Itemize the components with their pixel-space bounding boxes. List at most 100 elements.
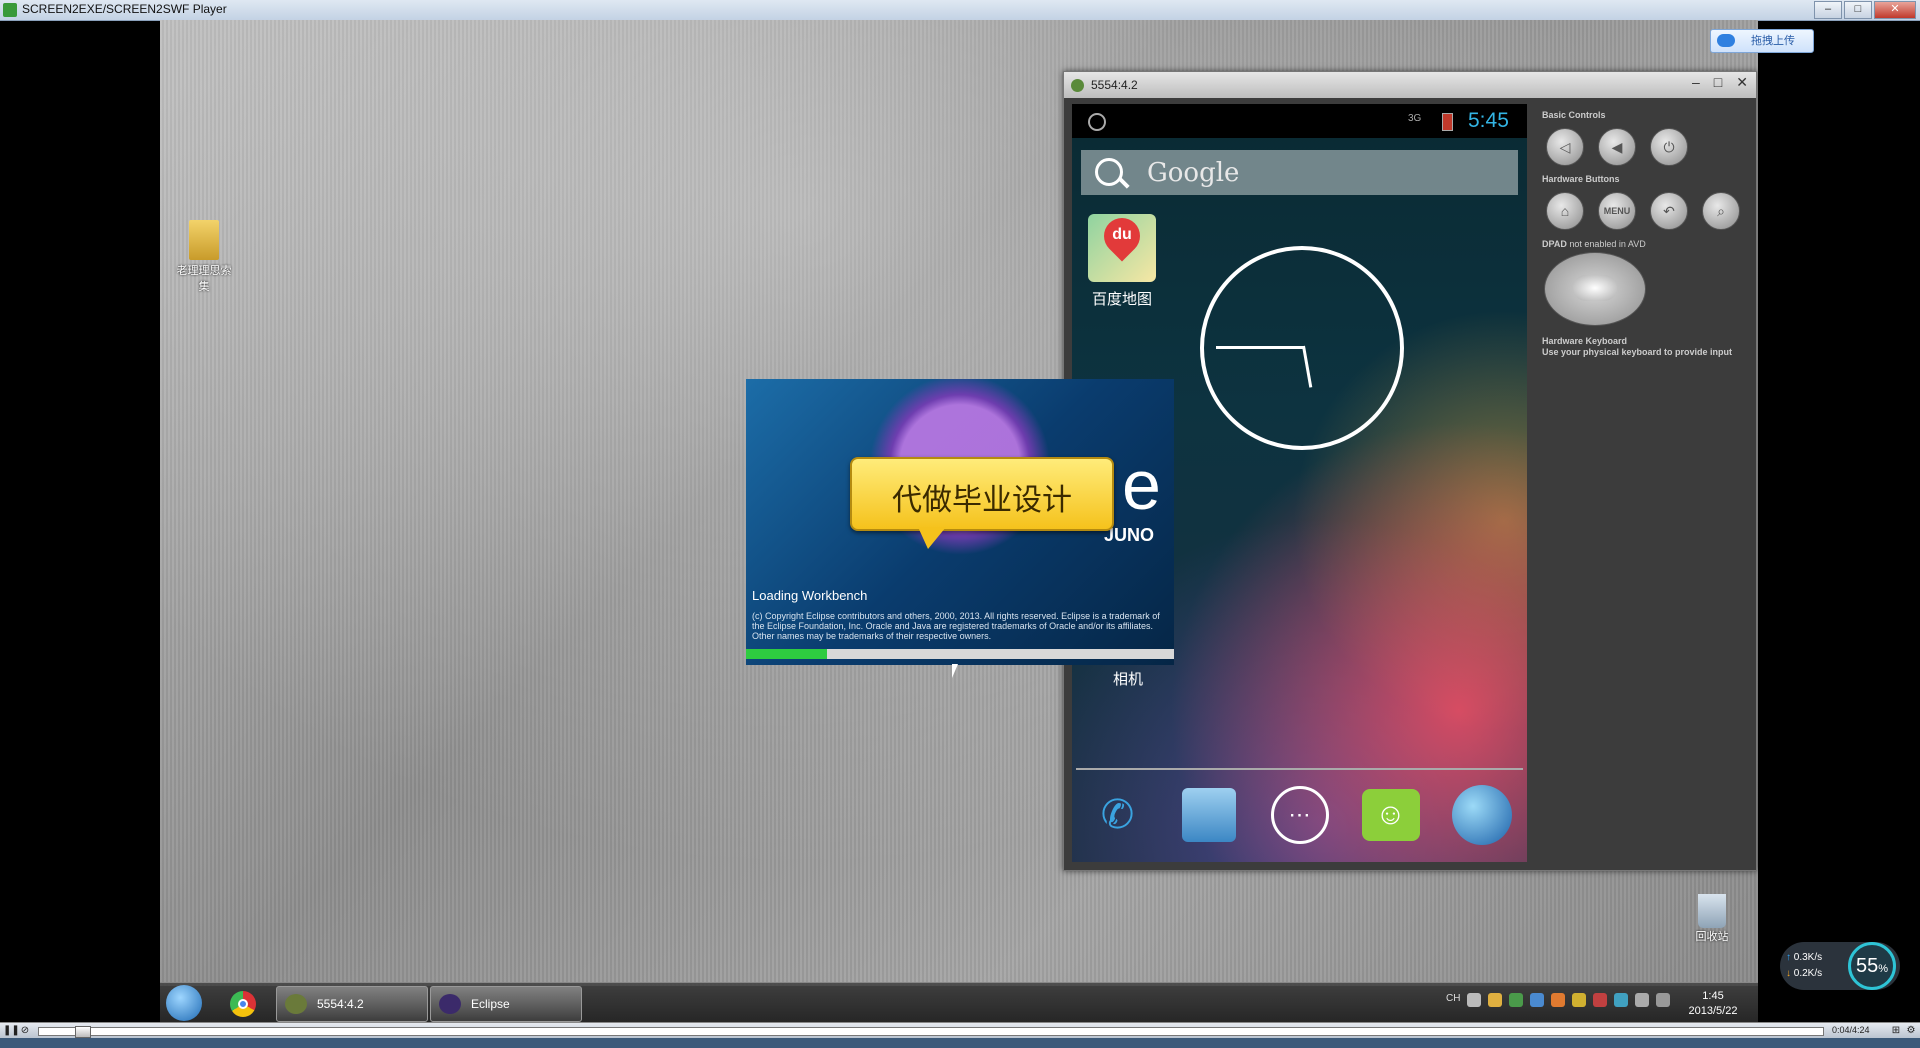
cloud-icon xyxy=(1717,34,1735,47)
splash-copyright: (c) Copyright Eclipse contributors and o… xyxy=(752,611,1160,641)
start-button[interactable] xyxy=(166,985,202,1021)
dpad-control[interactable] xyxy=(1544,252,1646,326)
status-time: 5:45 xyxy=(1468,109,1509,132)
volume-icon[interactable] xyxy=(1656,993,1671,1007)
windows-taskbar: 5554:4.2 Eclipse CH 1:45 2013/5/22 xyxy=(160,982,1758,1023)
desktop-folder-label: 老理理思索集 xyxy=(176,265,232,293)
fullscreen-icon[interactable]: ⊞ xyxy=(1890,1025,1902,1037)
signal-3g-icon: 3G xyxy=(1408,113,1422,124)
close-button[interactable]: ✕ xyxy=(1874,1,1916,19)
clock-minute-hand xyxy=(1302,345,1313,388)
keyboard-icon[interactable] xyxy=(1467,993,1482,1007)
phone-icon[interactable]: ✆ xyxy=(1086,783,1150,847)
recycle-bin[interactable]: 回收站 xyxy=(1688,894,1736,944)
seek-handle[interactable] xyxy=(74,1026,91,1038)
tray-app-icon[interactable] xyxy=(1572,993,1587,1007)
maximize-button[interactable]: □ xyxy=(1844,1,1872,19)
analog-clock-widget[interactable] xyxy=(1200,246,1404,450)
search-button[interactable]: ⌕ xyxy=(1702,192,1740,230)
google-search-label: Google xyxy=(1147,158,1240,188)
mouse-cursor-icon xyxy=(952,664,958,678)
folder-icon xyxy=(189,220,219,260)
messaging-icon[interactable]: ☺ xyxy=(1361,789,1420,841)
window-controls: – □ ✕ xyxy=(1814,1,1916,19)
minimize-button[interactable]: – xyxy=(1814,1,1842,19)
splash-progress-fill xyxy=(746,649,828,659)
drag-upload-button[interactable]: 拖拽上传 xyxy=(1710,29,1814,53)
all-apps-icon[interactable]: ⋯ xyxy=(1270,786,1329,844)
upload-speed: 0.3K/s xyxy=(1793,952,1823,963)
eclipse-icon xyxy=(439,994,461,1014)
browser-icon[interactable] xyxy=(1451,785,1512,845)
player-title-bar: SCREEN2EXE/SCREEN2SWF Player – □ ✕ xyxy=(0,0,1920,21)
android-dock: ✆ ⋯ ☺ xyxy=(1072,780,1527,850)
menu-button[interactable]: MENU xyxy=(1598,192,1636,230)
settings-icon[interactable]: ⚙ xyxy=(1905,1025,1917,1037)
google-search-bar[interactable]: Google xyxy=(1081,150,1518,195)
taskbar-item-eclipse[interactable]: Eclipse xyxy=(430,986,582,1022)
emulator-minimize-button[interactable]: – xyxy=(1692,74,1700,91)
baidu-maps-icon: du xyxy=(1088,210,1156,282)
dpad-center-button[interactable] xyxy=(1573,275,1617,301)
taskbar-item-emulator[interactable]: 5554:4.2 xyxy=(276,986,428,1022)
tray-app-icon[interactable] xyxy=(1488,993,1503,1007)
tray-app-icon[interactable] xyxy=(1530,993,1545,1007)
battery-icon xyxy=(1442,113,1453,131)
volume-down-button[interactable]: ◁ xyxy=(1546,128,1584,166)
hardware-keyboard-note: Use your physical keyboard to provide in… xyxy=(1542,347,1733,357)
download-arrow-icon: ↓ xyxy=(1786,968,1791,979)
hardware-keyboard-heading: Hardware Keyboard xyxy=(1542,336,1628,346)
taskbar-item-label: 5554:4.2 xyxy=(317,997,364,1011)
stop-icon[interactable]: ⊘ xyxy=(19,1025,31,1037)
emulator-title-bar: 5554:4.2 – □ ✕ xyxy=(1064,72,1756,98)
bottom-strip xyxy=(0,1038,1920,1048)
volume-up-button[interactable]: ◀ xyxy=(1598,128,1636,166)
splash-progress-bar xyxy=(746,649,1174,659)
power-button[interactable]: ⏻ xyxy=(1650,128,1688,166)
tray-app-icon[interactable] xyxy=(1593,993,1608,1007)
playback-seek-bar[interactable] xyxy=(38,1026,1824,1038)
recycle-bin-icon xyxy=(1698,894,1726,928)
tray-app-icon[interactable] xyxy=(1614,993,1629,1007)
hardware-buttons-heading: Hardware Buttons xyxy=(1542,174,1620,184)
back-button[interactable]: ↶ xyxy=(1650,192,1688,230)
ad-bubble-text: 代做毕业设计 xyxy=(892,484,1072,517)
dock-divider xyxy=(1076,768,1523,770)
desktop-folder[interactable]: 老理理思索集 xyxy=(174,220,234,294)
taskbar-item-label: Eclipse xyxy=(471,997,510,1011)
drag-upload-label: 拖拽上传 xyxy=(1751,35,1795,47)
upload-arrow-icon: ↑ xyxy=(1786,952,1791,963)
android-status-bar: 3G 5:45 xyxy=(1072,104,1527,138)
splash-loading-text: Loading Workbench xyxy=(752,588,868,603)
player-control-bar: ❚❚ ⊘ 0:04/4:24 ⊞ ⚙ xyxy=(0,1022,1920,1039)
system-tray: CH xyxy=(1446,993,1671,1007)
emulator-title: 5554:4.2 xyxy=(1091,78,1138,92)
eclipse-logo-letter: e xyxy=(1122,446,1161,524)
network-icon[interactable] xyxy=(1635,993,1650,1007)
taskbar-date: 2013/5/22 xyxy=(1688,1005,1738,1017)
chrome-icon[interactable] xyxy=(230,991,256,1017)
dpad-heading: DPAD not enabled in AVD xyxy=(1542,239,1646,249)
recycle-bin-label: 回收站 xyxy=(1695,931,1729,943)
player-app-icon xyxy=(3,3,17,17)
usage-percent: 55% xyxy=(1848,942,1896,990)
home-button[interactable]: ⌂ xyxy=(1546,192,1584,230)
app-label: 百度地图 xyxy=(1091,291,1152,308)
emulator-maximize-button[interactable]: □ xyxy=(1714,74,1722,91)
contacts-icon[interactable] xyxy=(1181,788,1236,842)
gps-icon xyxy=(1088,113,1106,131)
app-baidu-maps[interactable]: du 百度地图 xyxy=(1082,210,1162,309)
tray-app-icon[interactable] xyxy=(1551,993,1566,1007)
pause-icon[interactable]: ❚❚ xyxy=(3,1025,20,1037)
emulator-close-button[interactable]: ✕ xyxy=(1736,74,1748,91)
tray-app-icon[interactable] xyxy=(1509,993,1524,1007)
taskbar-clock[interactable]: 1:45 2013/5/22 xyxy=(1680,989,1746,1019)
emulator-window-icon xyxy=(1071,79,1084,92)
download-speed: 0.2K/s xyxy=(1793,968,1823,979)
basic-controls-heading: Basic Controls xyxy=(1542,110,1606,120)
search-icon xyxy=(1095,158,1123,186)
clock-hour-hand xyxy=(1216,346,1304,349)
language-indicator[interactable]: CH xyxy=(1446,993,1460,1007)
app-label: 相机 xyxy=(1112,671,1143,688)
network-speed-widget[interactable]: ↑ 0.3K/s ↓ 0.2K/s 55% xyxy=(1780,942,1900,990)
